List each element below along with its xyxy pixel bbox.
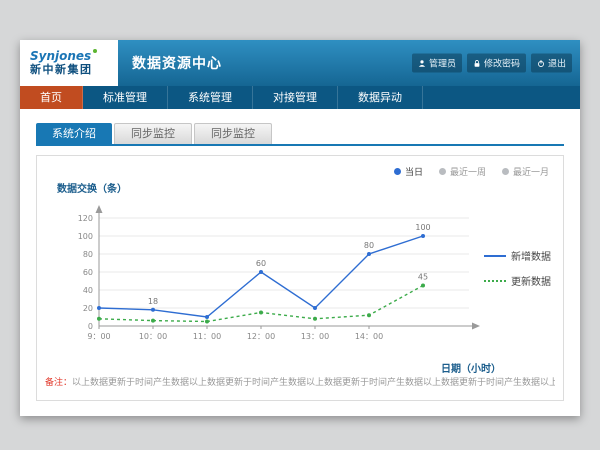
app-window: Synjones 新中新集团 数据资源中心 管理员 — [20, 40, 580, 416]
filter-today-label: 当日 — [405, 165, 423, 178]
footnote-prefix: 备注： — [45, 378, 72, 388]
footnote-text: 以上数据更新于时间产生数据以上数据更新于时间产生数据以上数据更新于时间产生数据以… — [72, 378, 555, 388]
filter-today[interactable]: 当日 — [394, 165, 423, 178]
svg-text:12：00: 12：00 — [247, 332, 275, 341]
svg-text:20: 20 — [83, 304, 93, 313]
header-bar: 数据资源中心 管理员 修改密码 — [118, 40, 580, 86]
tab-sync-monitor-2[interactable]: 同步监控 — [194, 123, 272, 144]
main-nav: 首页 标准管理 系统管理 对接管理 数据异动 — [20, 86, 580, 109]
filter-last-week-label: 最近一周 — [450, 165, 486, 178]
filter-last-month-label: 最近一月 — [513, 165, 549, 178]
nav-item-integration-mgmt[interactable]: 对接管理 — [253, 86, 338, 109]
change-password-button[interactable]: 修改密码 — [467, 54, 526, 73]
y-axis-title: 数据交换（条） — [57, 180, 127, 195]
filter-last-month[interactable]: 最近一月 — [502, 165, 549, 178]
legend-line-sample-solid — [484, 255, 506, 257]
svg-text:100: 100 — [78, 232, 93, 241]
svg-text:120: 120 — [78, 214, 93, 223]
content-area: 系统介绍 同步监控 同步监控 当日 最近一周 最近一月 — [20, 109, 580, 401]
nav-item-system-mgmt[interactable]: 系统管理 — [168, 86, 253, 109]
svg-text:11：00: 11：00 — [193, 332, 221, 341]
series-legend: 新增数据 更新数据 — [484, 248, 551, 298]
admin-user-label: 管理员 — [429, 57, 456, 70]
svg-text:80: 80 — [83, 250, 93, 259]
svg-text:10：00: 10：00 — [139, 332, 167, 341]
legend-line-sample-dotted — [484, 280, 506, 282]
tab-system-intro[interactable]: 系统介绍 — [36, 123, 112, 144]
time-range-filters: 当日 最近一周 最近一月 — [394, 165, 549, 178]
logout-label: 退出 — [548, 57, 566, 70]
chart-panel: 当日 最近一周 最近一月 数据交换（条） 0 20 40 60 80 100 120 9：00… — [36, 155, 564, 401]
svg-text:14：00: 14：00 — [355, 332, 383, 341]
footnote: 备注：以上数据更新于时间产生数据以上数据更新于时间产生数据以上数据更新于时间产生… — [45, 375, 555, 388]
power-icon — [537, 59, 545, 67]
svg-text:80: 80 — [364, 241, 374, 250]
legend-new-data-label: 新增数据 — [511, 248, 551, 263]
svg-text:60: 60 — [256, 259, 266, 268]
nav-item-home[interactable]: 首页 — [20, 86, 83, 109]
nav-item-data-change[interactable]: 数据异动 — [338, 86, 423, 109]
logout-button[interactable]: 退出 — [531, 54, 572, 73]
svg-text:13：00: 13：00 — [301, 332, 329, 341]
svg-text:45: 45 — [418, 273, 428, 282]
filter-last-week[interactable]: 最近一周 — [439, 165, 486, 178]
nav-item-standard-mgmt[interactable]: 标准管理 — [83, 86, 168, 109]
admin-user-button[interactable]: 管理员 — [412, 54, 462, 73]
svg-text:9：00: 9：00 — [87, 332, 110, 341]
legend-update-data[interactable]: 更新数据 — [484, 273, 551, 288]
filter-dot-icon — [394, 168, 401, 175]
lock-icon — [473, 59, 481, 67]
desktop-background: Synjones 新中新集团 数据资源中心 管理员 — [0, 0, 600, 450]
x-axis-title: 日期（小时） — [441, 360, 501, 375]
top-header: Synjones 新中新集团 数据资源中心 管理员 — [20, 40, 580, 86]
logo-text-en: Synjones — [30, 49, 118, 63]
legend-new-data[interactable]: 新增数据 — [484, 248, 551, 263]
line-chart: 0 20 40 60 80 100 120 9：00 10：00 11：00 12：00 13：00 1… — [55, 198, 495, 360]
svg-text:0: 0 — [88, 322, 93, 331]
svg-text:40: 40 — [83, 286, 93, 295]
company-logo[interactable]: Synjones 新中新集团 — [20, 40, 118, 86]
tab-sync-monitor-1[interactable]: 同步监控 — [114, 123, 192, 144]
user-icon — [418, 59, 426, 67]
svg-text:60: 60 — [83, 268, 93, 277]
change-password-label: 修改密码 — [484, 57, 520, 70]
svg-text:18: 18 — [148, 297, 158, 306]
logo-text-cn: 新中新集团 — [30, 63, 118, 77]
page-title: 数据资源中心 — [132, 53, 222, 73]
svg-text:100: 100 — [415, 223, 430, 232]
legend-update-data-label: 更新数据 — [511, 273, 551, 288]
logo-leaf-icon — [93, 49, 97, 53]
filter-dot-icon — [439, 168, 446, 175]
filter-dot-icon — [502, 168, 509, 175]
tab-bar: 系统介绍 同步监控 同步监控 — [36, 123, 564, 146]
header-actions: 管理员 修改密码 退出 — [412, 54, 572, 73]
